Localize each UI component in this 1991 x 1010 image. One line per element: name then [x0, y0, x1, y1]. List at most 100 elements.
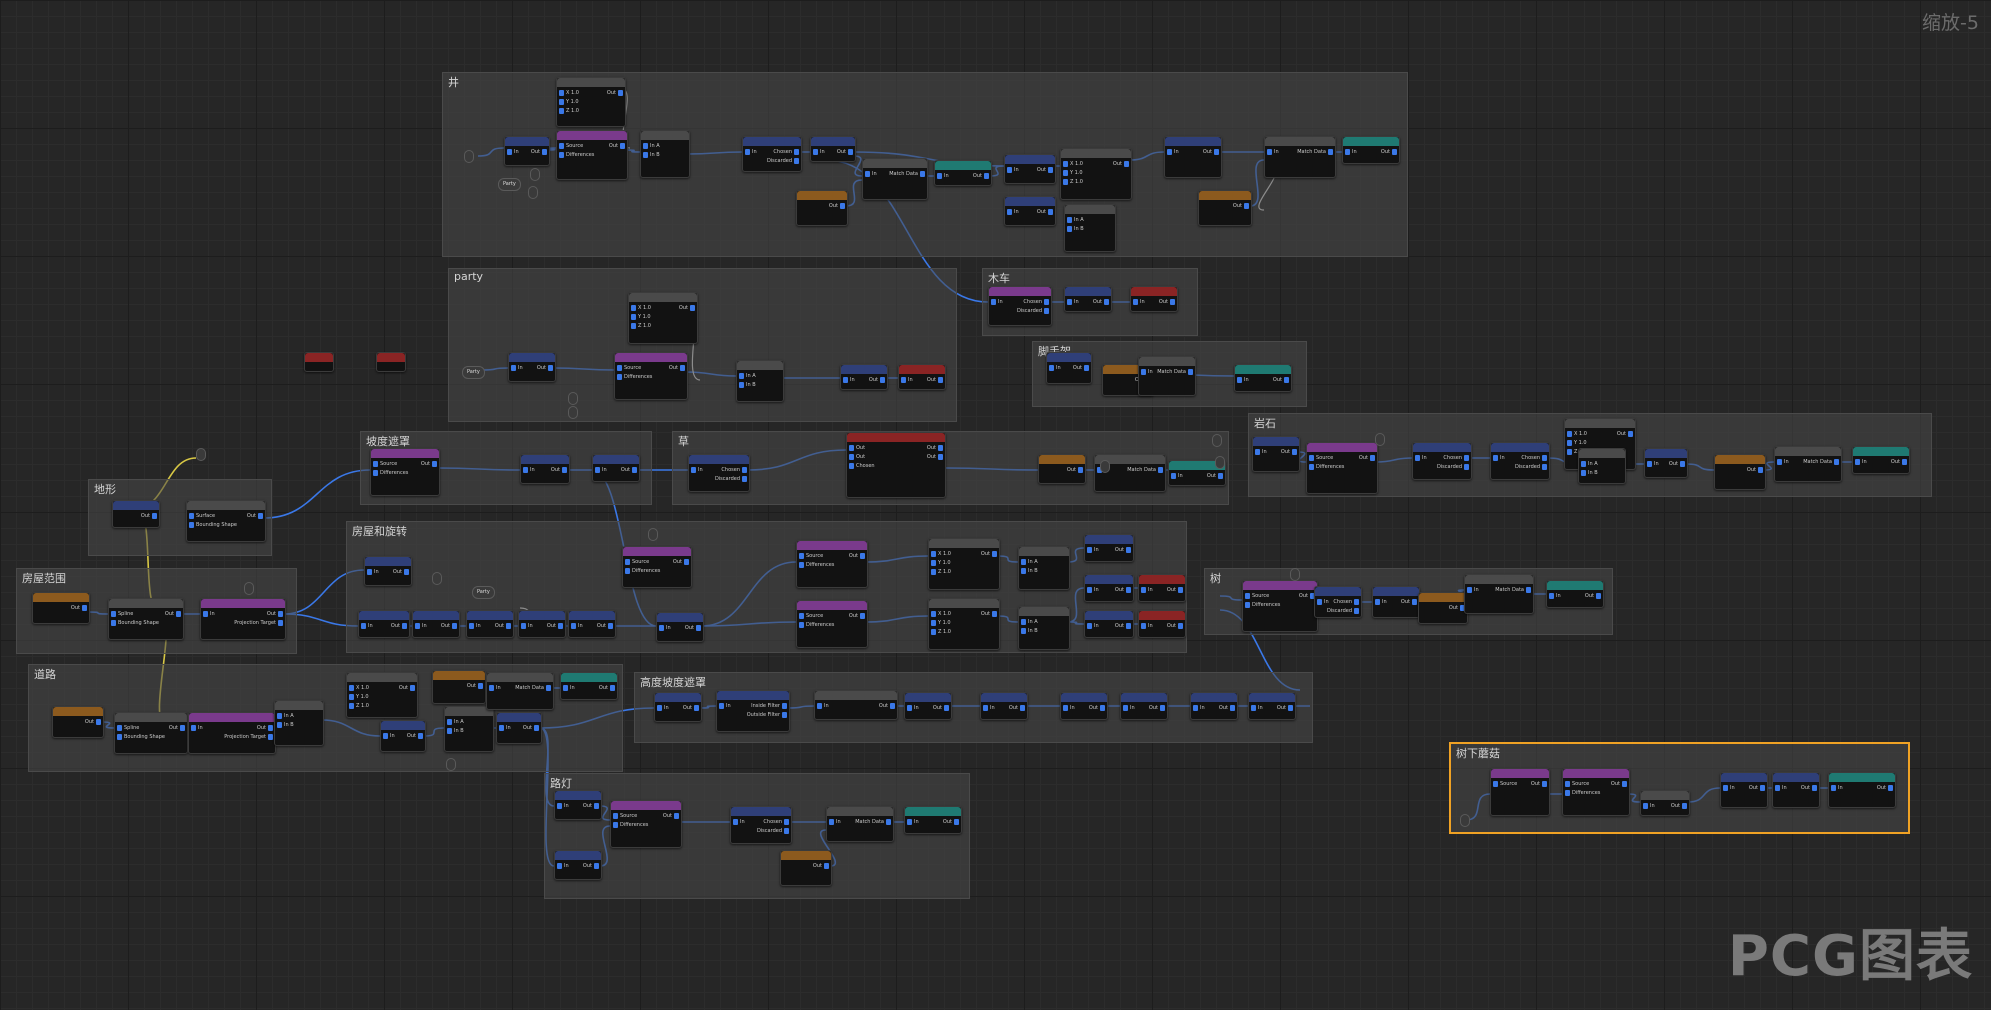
- graph-node[interactable]: In Out: [1138, 574, 1186, 602]
- graph-node[interactable]: In Out: [980, 692, 1028, 720]
- input-pin[interactable]: [631, 314, 636, 320]
- output-pin[interactable]: [1622, 781, 1627, 787]
- node-header[interactable]: [1563, 769, 1629, 778]
- input-pin[interactable]: [1237, 377, 1242, 383]
- node-header[interactable]: [657, 613, 703, 622]
- input-pin[interactable]: [1647, 461, 1652, 467]
- input-pin[interactable]: [1021, 568, 1026, 574]
- output-pin[interactable]: [938, 377, 943, 383]
- input-pin[interactable]: [1831, 785, 1836, 791]
- node-header[interactable]: [557, 131, 627, 140]
- output-pin[interactable]: [784, 828, 789, 834]
- input-pin[interactable]: [643, 152, 648, 158]
- input-pin[interactable]: [1067, 299, 1072, 305]
- graph-node[interactable]: In A In B: [1064, 204, 1116, 252]
- graph-node[interactable]: In Match Data: [826, 806, 894, 842]
- input-pin[interactable]: [1723, 785, 1728, 791]
- output-pin[interactable]: [176, 611, 181, 617]
- output-pin[interactable]: [506, 623, 511, 629]
- graph-node[interactable]: In Chosen Discarded: [730, 806, 792, 844]
- output-pin[interactable]: [1354, 608, 1359, 614]
- output-pin[interactable]: [534, 725, 539, 731]
- reroute-node[interactable]: [432, 572, 442, 585]
- output-pin[interactable]: [278, 611, 283, 617]
- node-header[interactable]: [929, 599, 999, 608]
- input-pin[interactable]: [1067, 217, 1072, 223]
- node-header[interactable]: [1085, 575, 1133, 584]
- output-pin[interactable]: [944, 705, 949, 711]
- node-header[interactable]: [847, 433, 945, 442]
- node-header[interactable]: [611, 801, 681, 810]
- node-header[interactable]: [935, 161, 991, 170]
- graph-node[interactable]: In Match Data: [1138, 356, 1196, 396]
- node-header[interactable]: [1199, 191, 1251, 200]
- node-header[interactable]: [797, 601, 867, 610]
- node-header[interactable]: [201, 599, 285, 608]
- reroute-node[interactable]: [648, 528, 658, 541]
- node-header[interactable]: [781, 851, 831, 860]
- node-header[interactable]: [557, 78, 625, 87]
- node-header[interactable]: [1547, 581, 1603, 590]
- reroute-node[interactable]: [1215, 456, 1225, 469]
- output-pin[interactable]: [1284, 377, 1289, 383]
- node-header[interactable]: [1829, 773, 1895, 782]
- output-pin[interactable]: [1178, 623, 1183, 629]
- reroute-node[interactable]: [568, 392, 578, 405]
- graph-node[interactable]: In Out: [1828, 772, 1896, 808]
- input-pin[interactable]: [499, 725, 504, 731]
- output-pin[interactable]: [1628, 431, 1633, 437]
- output-pin[interactable]: [418, 733, 423, 739]
- node-header[interactable]: [359, 611, 409, 620]
- graph-node[interactable]: Source Differences Out: [614, 352, 688, 400]
- output-pin[interactable]: [632, 467, 637, 473]
- reroute-node[interactable]: [528, 186, 538, 199]
- input-pin[interactable]: [1309, 455, 1314, 461]
- graph-node[interactable]: In Out: [810, 136, 856, 162]
- output-pin[interactable]: [680, 365, 685, 371]
- output-pin[interactable]: [1244, 203, 1249, 209]
- input-pin[interactable]: [1255, 449, 1260, 455]
- output-pin[interactable]: [938, 445, 943, 451]
- node-header[interactable]: [1579, 449, 1625, 458]
- node-header[interactable]: [381, 721, 425, 730]
- graph-node[interactable]: Source Differences Out: [796, 600, 868, 648]
- input-pin[interactable]: [1467, 587, 1472, 593]
- node-header[interactable]: [641, 131, 689, 140]
- graph-node[interactable]: In Out: [1084, 574, 1134, 602]
- node-header[interactable]: [899, 365, 945, 374]
- graph-node[interactable]: In Out: [1640, 790, 1690, 816]
- graph-node[interactable]: In Out: [1046, 352, 1092, 384]
- node-header[interactable]: [1019, 547, 1069, 556]
- input-pin[interactable]: [799, 622, 804, 628]
- node-header[interactable]: [1419, 593, 1467, 602]
- graph-node[interactable]: Source Differences Out: [622, 546, 692, 588]
- input-pin[interactable]: [1777, 459, 1782, 465]
- input-pin[interactable]: [1063, 705, 1068, 711]
- node-header[interactable]: [33, 593, 89, 602]
- input-pin[interactable]: [349, 703, 354, 709]
- output-pin[interactable]: [1160, 705, 1165, 711]
- reroute-node[interactable]: [1375, 433, 1385, 446]
- node-header[interactable]: [815, 691, 897, 700]
- input-pin[interactable]: [1021, 628, 1026, 634]
- node-header[interactable]: [109, 599, 183, 608]
- node-header[interactable]: [1853, 447, 1909, 456]
- output-pin[interactable]: [618, 90, 623, 96]
- node-header[interactable]: [981, 693, 1027, 702]
- input-pin[interactable]: [1581, 461, 1586, 467]
- node-header[interactable]: [433, 671, 485, 680]
- output-pin[interactable]: [1178, 587, 1183, 593]
- output-pin[interactable]: [608, 623, 613, 629]
- input-pin[interactable]: [1087, 587, 1092, 593]
- output-pin[interactable]: [992, 551, 997, 557]
- output-pin[interactable]: [1078, 467, 1083, 473]
- input-pin[interactable]: [901, 377, 906, 383]
- graph-node[interactable]: In Out: [1720, 772, 1768, 808]
- node-header[interactable]: [365, 557, 411, 566]
- input-pin[interactable]: [571, 623, 576, 629]
- input-pin[interactable]: [1565, 781, 1570, 787]
- output-pin[interactable]: [152, 513, 157, 519]
- reroute-node[interactable]: Party: [462, 366, 485, 379]
- graph-node[interactable]: X 1.0 Y 1.0 Z 1.0 Out: [346, 672, 418, 718]
- input-pin[interactable]: [559, 108, 564, 114]
